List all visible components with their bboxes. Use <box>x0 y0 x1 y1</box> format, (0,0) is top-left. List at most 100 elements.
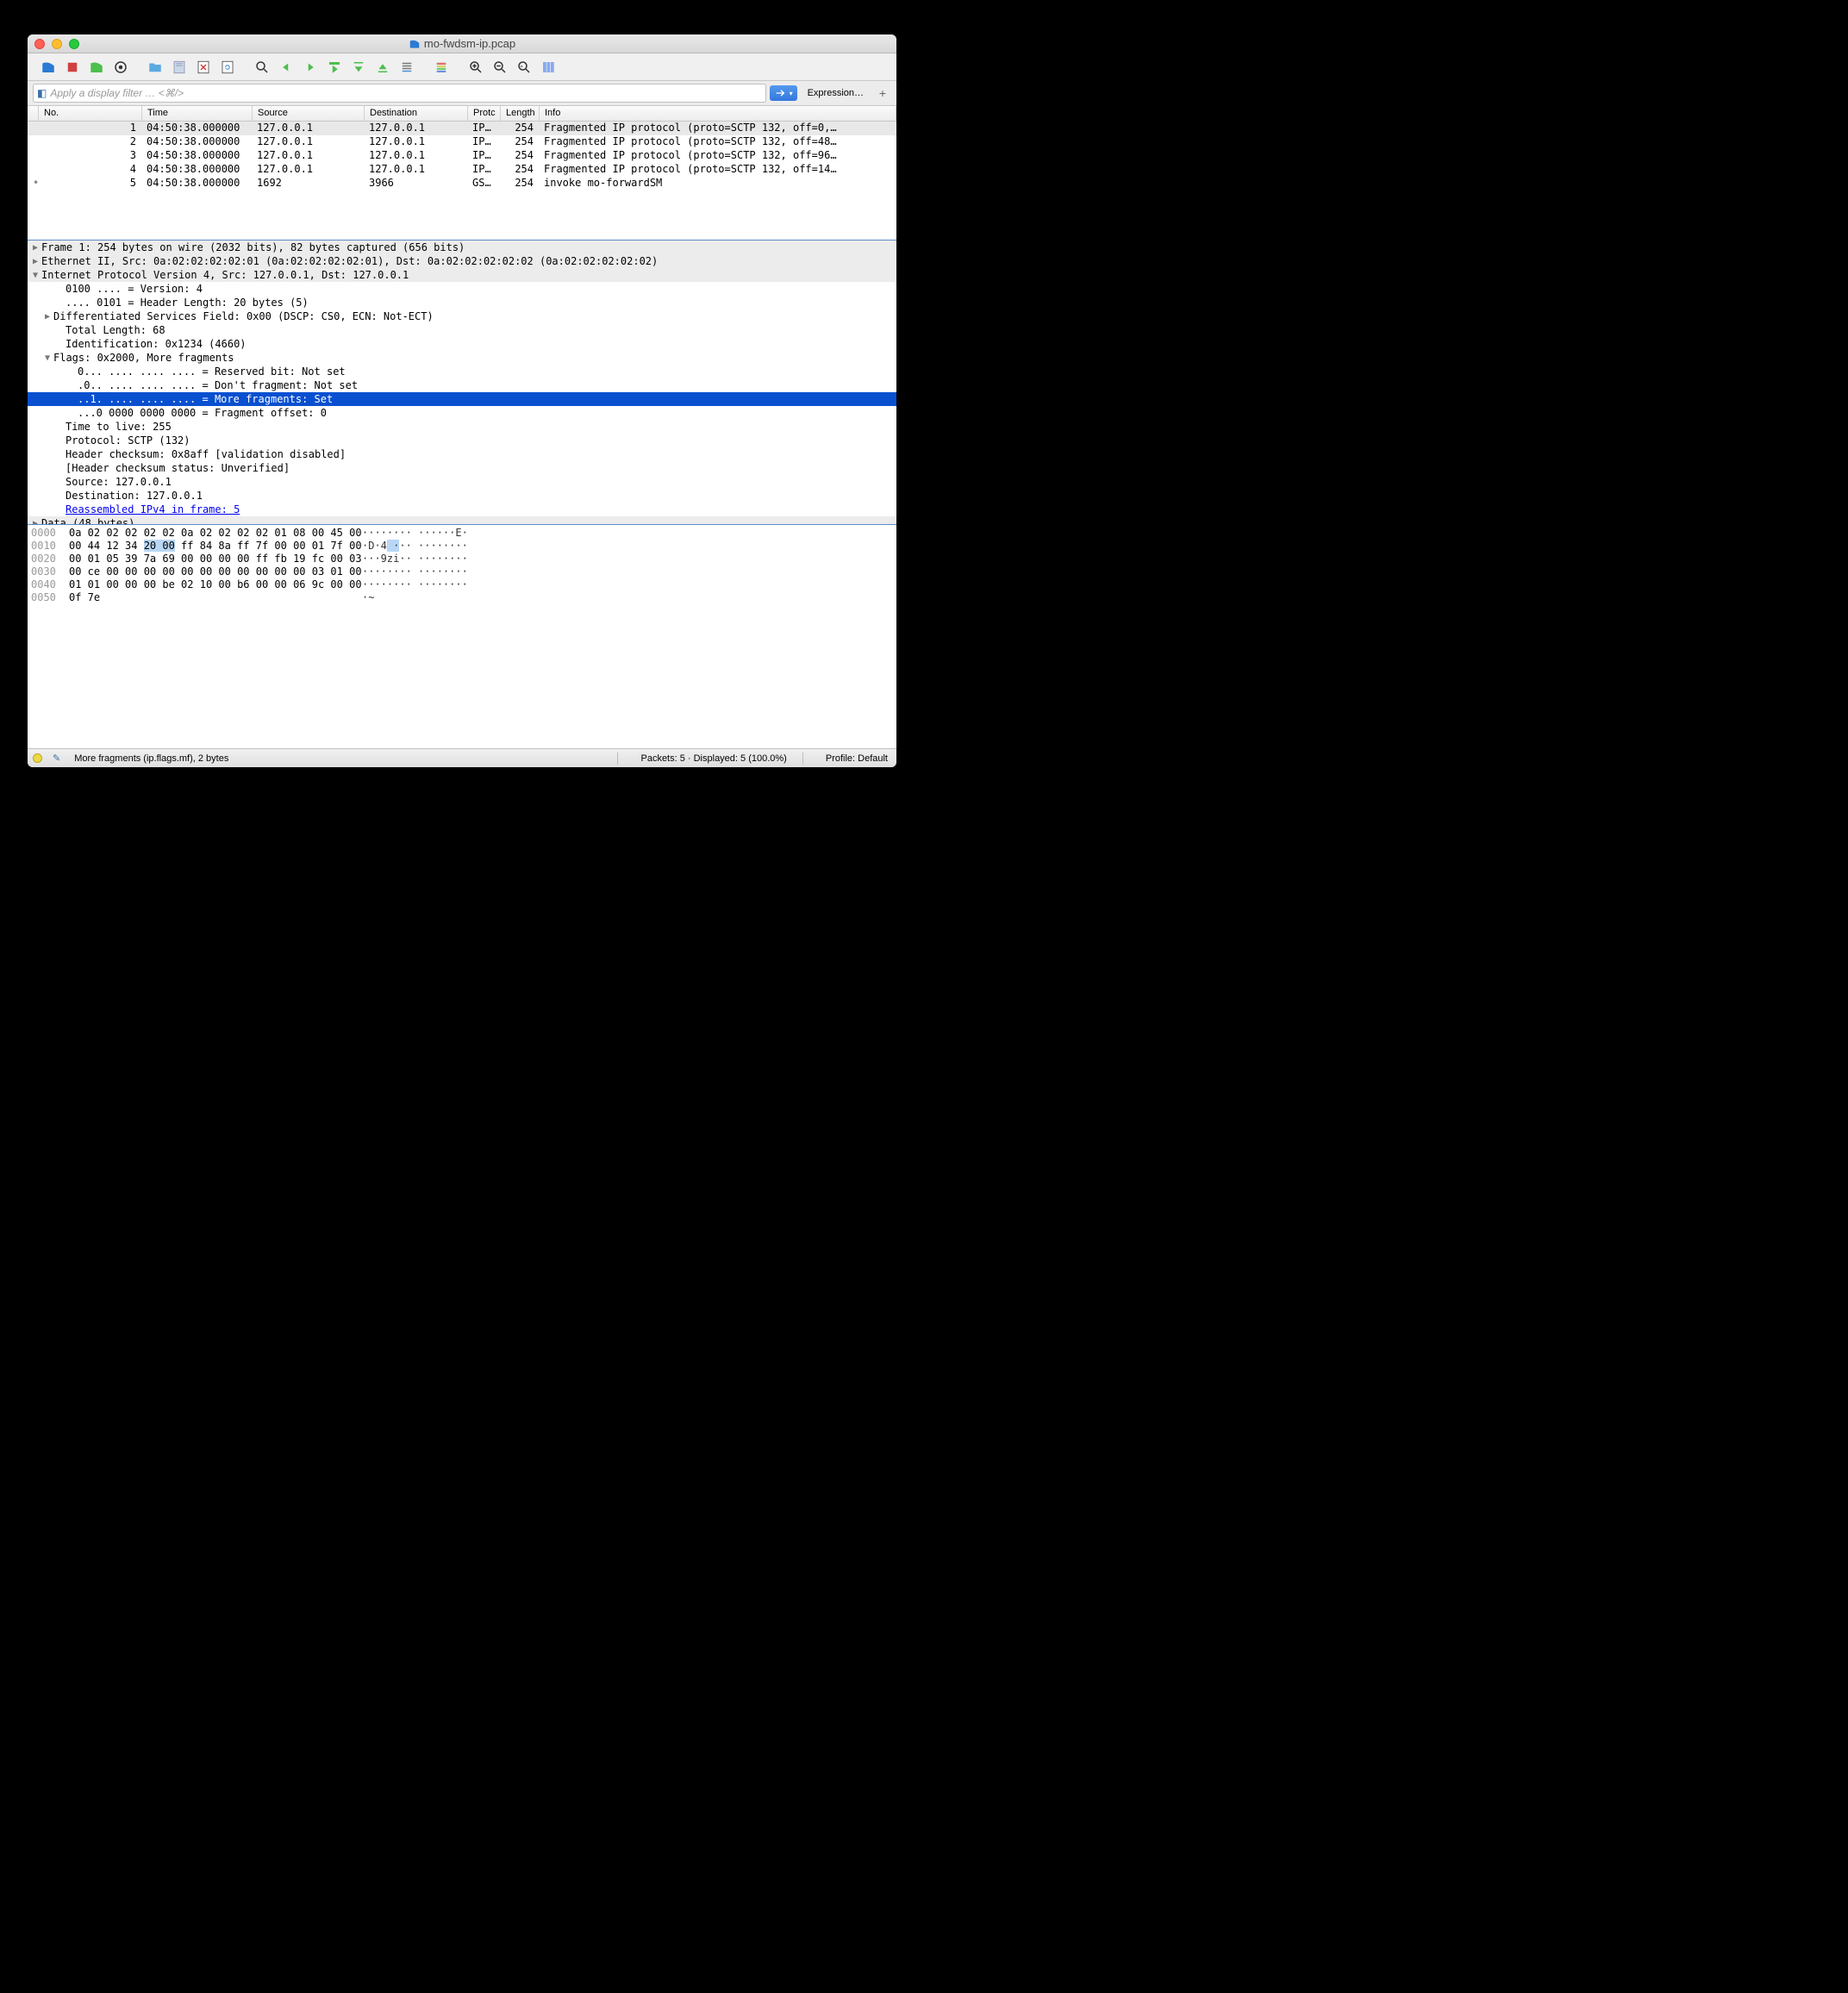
packet-row[interactable]: •504:50:38.00000016923966GS…254invoke mo… <box>28 177 896 191</box>
tree-item[interactable]: Total Length: 68 <box>28 323 896 337</box>
find-packet-button[interactable] <box>252 57 272 78</box>
tree-item[interactable]: ▶Ethernet II, Src: 0a:02:02:02:02:01 (0a… <box>28 254 896 268</box>
svg-text:=: = <box>521 64 523 69</box>
zoom-reset-button[interactable]: = <box>514 57 534 78</box>
tree-item[interactable]: [Header checksum status: Unverified] <box>28 461 896 475</box>
tree-item[interactable]: ...0 0000 0000 0000 = Fragment offset: 0 <box>28 406 896 420</box>
go-to-last-button[interactable] <box>372 57 393 78</box>
tree-item[interactable]: Source: 127.0.0.1 <box>28 475 896 489</box>
hex-ascii[interactable]: ········ ········ <box>362 578 500 591</box>
packet-row[interactable]: 404:50:38.000000127.0.0.1127.0.0.1IP…254… <box>28 163 896 177</box>
open-file-button[interactable] <box>145 57 165 78</box>
zoom-in-button[interactable] <box>465 57 486 78</box>
packet-bytes-pane[interactable]: 00000a 02 02 02 02 02 0a 02 02 02 02 01 … <box>28 524 896 748</box>
hex-bytes[interactable]: 0a 02 02 02 02 02 0a 02 02 02 02 01 08 0… <box>69 527 362 540</box>
tree-item[interactable]: Time to live: 255 <box>28 420 896 434</box>
hex-ascii[interactable]: ········ ········ <box>362 565 500 578</box>
close-file-button[interactable] <box>193 57 214 78</box>
status-profile[interactable]: Profile: Default <box>822 753 891 764</box>
tree-toggle-icon[interactable]: ▶ <box>29 243 41 253</box>
hex-bytes[interactable]: 00 01 05 39 7a 69 00 00 00 00 ff fb 19 f… <box>69 553 362 565</box>
packet-details-pane[interactable]: ▶Frame 1: 254 bytes on wire (2032 bits),… <box>28 240 896 524</box>
tree-toggle-icon[interactable]: ▶ <box>41 312 53 322</box>
hex-ascii[interactable]: ·D·4 ··· ········ <box>362 540 500 553</box>
hex-bytes[interactable]: 0f 7e <box>69 591 362 604</box>
hex-bytes[interactable]: 01 01 00 00 00 be 02 10 00 b6 00 00 06 9… <box>69 578 362 591</box>
col-header-time[interactable]: Time <box>142 106 253 121</box>
titlebar[interactable]: mo-fwdsm-ip.pcap <box>28 34 896 53</box>
resize-columns-button[interactable] <box>538 57 559 78</box>
tree-toggle-icon[interactable]: ▶ <box>29 257 41 266</box>
tree-item[interactable]: ▶Differentiated Services Field: 0x00 (DS… <box>28 309 896 323</box>
packet-list-pane[interactable]: No. Time Source Destination Protc Length… <box>28 106 896 240</box>
tree-label: Header checksum: 0x8aff [validation disa… <box>66 448 346 460</box>
tree-item[interactable]: Reassembled IPv4 in frame: 5 <box>28 503 896 516</box>
reload-file-button[interactable] <box>217 57 238 78</box>
hex-row[interactable]: 001000 44 12 34 20 00 ff 84 8a ff 7f 00 … <box>31 540 893 553</box>
tree-toggle-icon[interactable]: ▶ <box>29 519 41 525</box>
tree-item[interactable]: ▶Data (48 bytes) <box>28 516 896 524</box>
save-file-button[interactable] <box>169 57 190 78</box>
hex-row[interactable]: 00500f 7e·~ <box>31 591 893 604</box>
packet-row[interactable]: 304:50:38.000000127.0.0.1127.0.0.1IP…254… <box>28 149 896 163</box>
packet-row[interactable]: 204:50:38.000000127.0.0.1127.0.0.1IP…254… <box>28 135 896 149</box>
tree-item[interactable]: Header checksum: 0x8aff [validation disa… <box>28 447 896 461</box>
zoom-out-button[interactable] <box>490 57 510 78</box>
hex-ascii[interactable]: ········ ······E· <box>362 527 500 540</box>
go-to-first-button[interactable] <box>348 57 369 78</box>
expression-button[interactable]: Expression… <box>801 86 871 100</box>
col-header-no[interactable]: No. <box>39 106 142 121</box>
col-header-length[interactable]: Length <box>501 106 540 121</box>
tree-item[interactable]: ▼Internet Protocol Version 4, Src: 127.0… <box>28 268 896 282</box>
display-filter-input[interactable] <box>50 87 761 99</box>
display-filter-field[interactable]: ◧ <box>33 84 766 103</box>
hex-row[interactable]: 003000 ce 00 00 00 00 00 00 00 00 00 00 … <box>31 565 893 578</box>
hex-offset: 0050 <box>31 591 69 604</box>
packet-list-header[interactable]: No. Time Source Destination Protc Length… <box>28 106 896 122</box>
tree-item[interactable]: Identification: 0x1234 (4660) <box>28 337 896 351</box>
go-to-packet-button[interactable] <box>324 57 345 78</box>
hex-offset: 0030 <box>31 565 69 578</box>
tree-item[interactable]: ..1. .... .... .... = More fragments: Se… <box>28 392 896 406</box>
col-header-source[interactable]: Source <box>253 106 365 121</box>
hex-ascii[interactable]: ···9zi·· ········ <box>362 553 500 565</box>
restart-capture-button[interactable] <box>86 57 107 78</box>
auto-scroll-button[interactable] <box>396 57 417 78</box>
chevron-down-icon: ▾ <box>790 90 793 97</box>
apply-filter-button[interactable]: ▾ <box>770 85 797 101</box>
start-capture-button[interactable] <box>38 57 59 78</box>
tree-item[interactable]: 0100 .... = Version: 4 <box>28 282 896 296</box>
hex-ascii[interactable]: ·~ <box>362 591 500 604</box>
tree-label: Protocol: SCTP (132) <box>66 434 190 447</box>
edit-capture-comment-icon[interactable]: ✎ <box>49 753 64 764</box>
col-header-info[interactable]: Info <box>540 106 896 121</box>
tree-link[interactable]: Reassembled IPv4 in frame: 5 <box>66 503 240 515</box>
colorize-button[interactable] <box>431 57 452 78</box>
tree-toggle-icon[interactable]: ▼ <box>41 353 53 363</box>
status-bar: ✎ More fragments (ip.flags.mf), 2 bytes … <box>28 748 896 767</box>
hex-row[interactable]: 004001 01 00 00 00 be 02 10 00 b6 00 00 … <box>31 578 893 591</box>
hex-row[interactable]: 00000a 02 02 02 02 02 0a 02 02 02 02 01 … <box>31 527 893 540</box>
tree-label: ...0 0000 0000 0000 = Fragment offset: 0 <box>78 407 327 419</box>
capture-options-button[interactable] <box>110 57 131 78</box>
add-filter-button[interactable]: + <box>874 86 891 100</box>
tree-item[interactable]: Protocol: SCTP (132) <box>28 434 896 447</box>
hex-row[interactable]: 002000 01 05 39 7a 69 00 00 00 00 ff fb … <box>31 553 893 565</box>
tree-item[interactable]: Destination: 127.0.0.1 <box>28 489 896 503</box>
bookmark-icon[interactable]: ◧ <box>37 87 47 99</box>
tree-item[interactable]: ▼Flags: 0x2000, More fragments <box>28 351 896 365</box>
packet-row[interactable]: 104:50:38.000000127.0.0.1127.0.0.1IP…254… <box>28 122 896 135</box>
go-forward-button[interactable] <box>300 57 321 78</box>
tree-toggle-icon[interactable]: ▼ <box>29 271 41 280</box>
col-header-protocol[interactable]: Protc <box>468 106 501 121</box>
hex-bytes[interactable]: 00 ce 00 00 00 00 00 00 00 00 00 00 00 0… <box>69 565 362 578</box>
go-back-button[interactable] <box>276 57 297 78</box>
hex-bytes[interactable]: 00 44 12 34 20 00 ff 84 8a ff 7f 00 00 0… <box>69 540 362 553</box>
col-header-destination[interactable]: Destination <box>365 106 468 121</box>
tree-item[interactable]: 0... .... .... .... = Reserved bit: Not … <box>28 365 896 378</box>
tree-item[interactable]: ▶Frame 1: 254 bytes on wire (2032 bits),… <box>28 241 896 254</box>
expert-info-button[interactable] <box>33 753 42 763</box>
tree-item[interactable]: .0.. .... .... .... = Don't fragment: No… <box>28 378 896 392</box>
tree-item[interactable]: .... 0101 = Header Length: 20 bytes (5) <box>28 296 896 309</box>
stop-capture-button[interactable] <box>62 57 83 78</box>
